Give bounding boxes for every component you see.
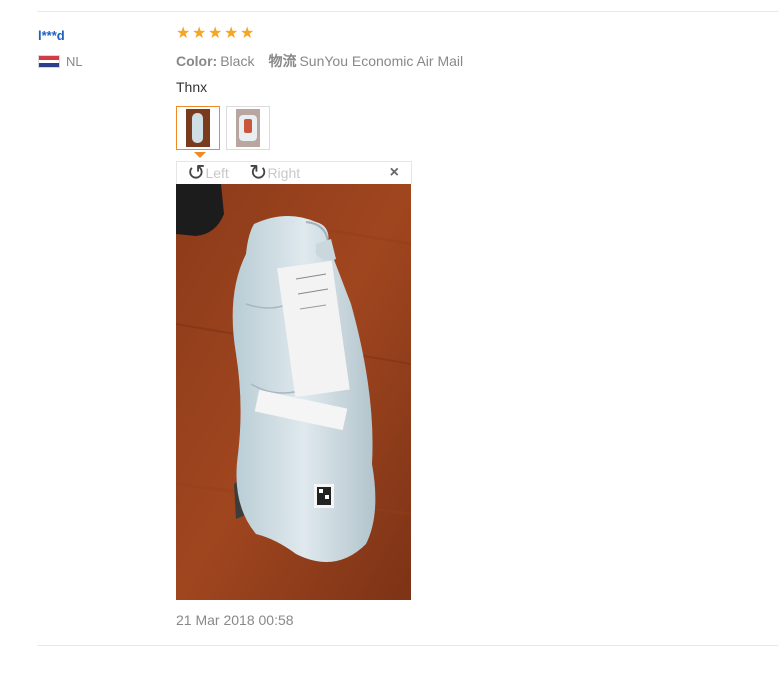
color-label: Color: [176, 53, 218, 69]
star-icon: ★ [176, 25, 191, 42]
rotate-right-icon: ↻ [249, 160, 268, 185]
star-icon: ★ [224, 25, 239, 42]
netherlands-flag-icon [38, 55, 60, 68]
rotate-right-label: Right [267, 165, 301, 181]
thumbnail-photo-2[interactable] [226, 106, 270, 150]
divider-bottom [37, 645, 778, 646]
rotate-right-button[interactable]: ↻ Right [249, 160, 301, 185]
shipping-value: SunYou Economic Air Mail [299, 53, 464, 69]
close-icon[interactable]: × [390, 165, 399, 181]
reviewer-info: l***d NL [38, 28, 168, 69]
color-value: Black [220, 53, 255, 69]
thumbnail-photo-1[interactable] [176, 106, 220, 150]
review-date: 21 Mar 2018 00:58 [176, 612, 294, 628]
review-thumbnails [176, 106, 276, 150]
review-content: ★ ★ ★ ★ ★ Color: Black 物流 SunYou Economic A… [176, 26, 463, 96]
country-code: NL [66, 54, 83, 69]
star-icon: ★ [208, 25, 223, 42]
star-icon: ★ [192, 25, 207, 42]
review-meta: Color: Black 物流 SunYou Economic Air Mail [176, 51, 463, 71]
star-rating: ★ ★ ★ ★ ★ [176, 26, 463, 44]
review-photo [175, 184, 412, 600]
shipping-label: 物流 [268, 53, 297, 69]
star-icon: ★ [240, 25, 255, 42]
reviewer-country: NL [38, 54, 168, 69]
active-thumbnail-pointer [194, 152, 206, 158]
review-text: Thnx [176, 79, 208, 95]
rotate-left-button[interactable]: ↺ Left [187, 160, 229, 185]
divider-top [37, 11, 778, 12]
rotate-left-icon: ↺ [187, 160, 206, 185]
rotate-left-label: Left [205, 165, 229, 181]
reviewer-name[interactable]: l***d [38, 28, 168, 44]
viewer-toolbar: ↺ Left ↻ Right × [176, 161, 412, 184]
image-viewer: ↺ Left ↻ Right × [175, 161, 412, 605]
